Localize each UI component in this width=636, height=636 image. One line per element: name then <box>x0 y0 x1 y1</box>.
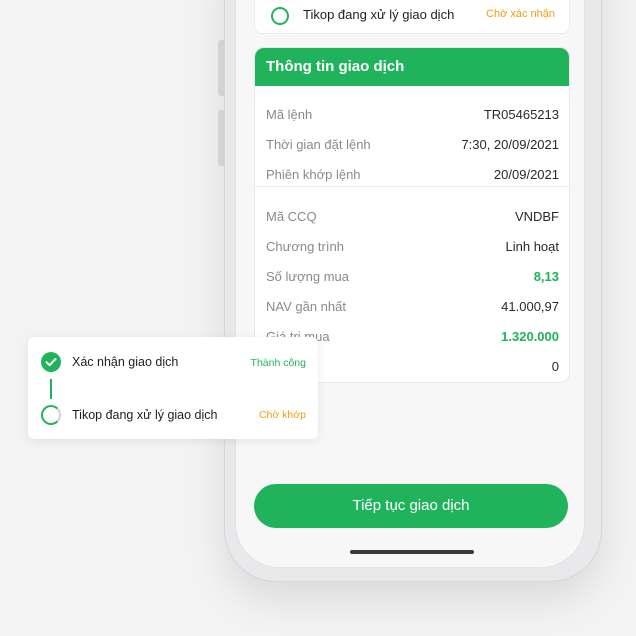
row-buy-quantity: Số lượng mua 8,13 <box>266 269 559 289</box>
row-matching-session: Phiên khớp lệnh 20/09/2021 <box>266 167 559 187</box>
check-circle-icon <box>41 352 61 372</box>
row-label: Mã lệnh <box>266 107 313 122</box>
row-value: Linh hoạt <box>505 239 560 254</box>
processing-status-label: Tikop đang xử lý giao dịch <box>303 7 455 22</box>
row-label: Thời gian đặt lệnh <box>266 137 371 152</box>
row-value: 1.320.000 <box>501 329 559 344</box>
row-order-time: Thời gian đặt lệnh 7:30, 20/09/2021 <box>266 137 559 157</box>
section-divider <box>255 186 569 187</box>
row-value: 8,13 <box>533 269 559 284</box>
row-label: Mã CCQ <box>266 209 317 224</box>
transaction-info-card: Thông tin giao dịch Mã lệnh TR05465213 T… <box>254 47 570 383</box>
step-processing-label: Tikop đang xử lý giao dịch <box>72 408 218 422</box>
step-confirm-label: Xác nhận giao dịch <box>72 355 179 369</box>
row-value: 7:30, 20/09/2021 <box>461 137 559 152</box>
step-processing-status: Chờ khớp <box>258 409 306 421</box>
row-label: Số lượng mua <box>266 269 349 284</box>
row-label: Phiên khớp lệnh <box>266 167 361 182</box>
row-value: TR05465213 <box>483 107 559 122</box>
processing-status-card: Tikop đang xử lý giao dịch Chờ xác nhận <box>254 0 570 34</box>
row-value: 0 <box>551 359 559 374</box>
processing-status-badge: Chờ xác nhận <box>486 8 555 20</box>
row-latest-nav: NAV gần nhất 41.000,97 <box>266 299 559 319</box>
step-confirm-status: Thành công <box>250 357 306 369</box>
row-label: Chương trình <box>266 239 344 254</box>
row-program: Chương trình Linh hoạt <box>266 239 559 259</box>
row-value: 41.000,97 <box>501 299 559 314</box>
continue-transaction-button[interactable]: Tiếp tục giao dịch <box>254 484 568 528</box>
check-icon <box>45 358 57 367</box>
step-connector <box>50 379 52 399</box>
phone-screen: Tikop đang xử lý giao dịch Chờ xác nhận … <box>235 0 585 568</box>
transaction-info-title: Thông tin giao dịch <box>255 48 569 86</box>
row-order-code: Mã lệnh TR05465213 <box>266 107 559 127</box>
row-label: NAV gần nhất <box>266 299 346 314</box>
home-indicator <box>350 550 474 554</box>
transaction-progress-card: Xác nhận giao dịch Thành công Tikop đang… <box>28 337 318 439</box>
row-value: 20/09/2021 <box>493 167 559 182</box>
pending-ring-icon <box>41 405 61 425</box>
row-fund-code: Mã CCQ VNDBF <box>266 209 559 229</box>
row-value: VNDBF <box>514 209 559 224</box>
pending-ring-icon <box>271 7 289 25</box>
